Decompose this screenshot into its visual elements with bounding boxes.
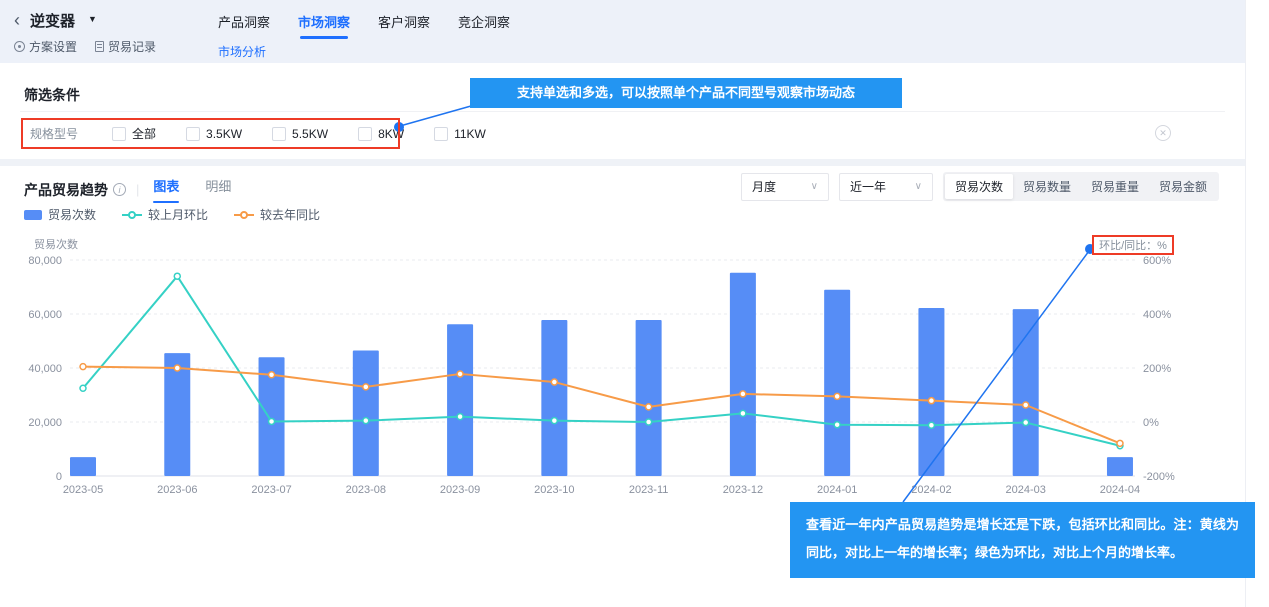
trend-controls: 月度 ∨ 近一年 ∨ 贸易次数 贸易数量 贸易重量 贸易金额 <box>741 172 1219 201</box>
svg-text:600%: 600% <box>1143 255 1171 267</box>
tab-market-insight[interactable]: 市场洞察 <box>298 12 350 39</box>
svg-text:20,000: 20,000 <box>28 417 62 429</box>
line-marker-icon <box>234 214 254 216</box>
info-icon[interactable]: i <box>113 183 126 196</box>
checkbox-3-5kw-label: 3.5KW <box>206 127 242 141</box>
svg-text:2023-11: 2023-11 <box>629 484 669 496</box>
document-icon <box>95 41 104 52</box>
checkbox-box-icon <box>434 127 448 141</box>
svg-text:80,000: 80,000 <box>28 255 62 267</box>
period-select[interactable]: 月度 ∨ <box>741 173 829 201</box>
checkbox-all[interactable]: 全部 <box>112 125 156 142</box>
filter-title: 筛选条件 <box>24 85 80 105</box>
back-chevron-icon[interactable]: ‹ <box>14 10 20 30</box>
axis-annotation-red-box: 环比/同比：% <box>1092 235 1174 255</box>
checkbox-11kw[interactable]: 11KW <box>434 127 486 141</box>
svg-text:2023-05: 2023-05 <box>63 484 103 496</box>
svg-text:0: 0 <box>56 471 62 483</box>
chevron-down-icon: ∨ <box>915 181 922 192</box>
range-select-value: 近一年 <box>850 178 886 195</box>
legend-mom-label: 较上月环比 <box>148 206 208 223</box>
scheme-settings-label: 方案设置 <box>29 38 77 55</box>
main-tabs: 产品洞察 市场洞察 客户洞察 竞企洞察 <box>218 12 510 39</box>
svg-text:2024-01: 2024-01 <box>817 484 857 496</box>
checkbox-box-icon <box>186 127 200 141</box>
svg-text:贸易次数: 贸易次数 <box>34 237 78 251</box>
svg-text:-200%: -200% <box>1143 471 1175 483</box>
trend-title: 产品贸易趋势 <box>24 180 108 200</box>
spec-filter-row: 规格型号 全部 3.5KW 5.5KW 8KW 11KW <box>30 125 516 142</box>
chevron-down-icon: ∨ <box>811 181 818 192</box>
header-links: 方案设置 贸易记录 <box>14 38 156 55</box>
chart-legend: 贸易次数 较上月环比 较去年同比 <box>24 206 320 223</box>
metric-button-group: 贸易次数 贸易数量 贸易重量 贸易金额 <box>943 172 1219 201</box>
checkbox-box-icon <box>112 127 126 141</box>
view-tab-chart[interactable]: 图表 <box>153 176 179 203</box>
checkbox-all-label: 全部 <box>132 125 156 142</box>
svg-text:200%: 200% <box>1143 363 1171 375</box>
trade-records-link[interactable]: 贸易记录 <box>95 38 156 55</box>
checkbox-11kw-label: 11KW <box>454 127 486 141</box>
legend-mom[interactable]: 较上月环比 <box>122 206 208 223</box>
page-title: 逆变器 <box>30 10 75 31</box>
checkbox-box-icon <box>272 127 286 141</box>
trend-panel: 产品贸易趋势 i | 图表 明细 月度 ∨ 近一年 ∨ 贸易次数 贸易数量 贸易… <box>0 166 1245 506</box>
line-marker-icon <box>122 214 142 216</box>
metric-trade-count-button[interactable]: 贸易次数 <box>945 174 1013 199</box>
bar-swatch-icon <box>24 210 42 220</box>
top-bar: ‹ 逆变器 ▼ 方案设置 贸易记录 产品洞察 市场洞察 客户洞察 竞企洞察 市场… <box>0 0 1245 63</box>
svg-text:2023-09: 2023-09 <box>440 484 480 496</box>
trend-chart-canvas: 0 -200% 20,000 0% 40,000 200% 60,000 400% 80,000… <box>0 234 1245 506</box>
metric-trade-amount-button[interactable]: 贸易金额 <box>1149 174 1217 199</box>
svg-text:2023-08: 2023-08 <box>346 484 386 496</box>
svg-text:40,000: 40,000 <box>28 363 62 375</box>
metric-trade-quantity-button[interactable]: 贸易数量 <box>1013 174 1081 199</box>
legend-trade-count-label: 贸易次数 <box>48 206 96 223</box>
trend-header: 产品贸易趋势 i | 图表 明细 <box>24 176 257 203</box>
svg-text:60,000: 60,000 <box>28 309 62 321</box>
checkbox-5-5kw[interactable]: 5.5KW <box>272 127 328 141</box>
checkbox-8kw-label: 8KW <box>378 127 404 141</box>
clear-filter-icon[interactable]: ✕ <box>1155 125 1171 141</box>
svg-text:2023-06: 2023-06 <box>157 484 197 496</box>
divider <box>20 111 1225 112</box>
svg-text:2024-02: 2024-02 <box>911 484 951 496</box>
svg-text:2023-07: 2023-07 <box>251 484 291 496</box>
svg-text:2023-10: 2023-10 <box>534 484 574 496</box>
scheme-settings-link[interactable]: 方案设置 <box>14 38 77 55</box>
trend-callout: 查看近一年内产品贸易趋势是增长还是下跌，包括环比和同比。注：黄线为同比，对比上一… <box>790 502 1255 578</box>
legend-trade-count[interactable]: 贸易次数 <box>24 206 96 223</box>
divider: | <box>136 182 139 197</box>
checkbox-3-5kw[interactable]: 3.5KW <box>186 127 242 141</box>
range-select[interactable]: 近一年 ∨ <box>839 173 933 201</box>
tab-product-insight[interactable]: 产品洞察 <box>218 12 270 39</box>
checkbox-8kw[interactable]: 8KW <box>358 127 404 141</box>
target-icon <box>14 41 25 52</box>
title-dropdown-icon[interactable]: ▼ <box>88 14 97 24</box>
tab-customer-insight[interactable]: 客户洞察 <box>378 12 430 39</box>
period-select-value: 月度 <box>752 178 776 195</box>
trade-records-label: 贸易记录 <box>108 38 156 55</box>
card-gap <box>0 159 1245 166</box>
svg-text:2024-04: 2024-04 <box>1100 484 1140 496</box>
svg-text:2023-12: 2023-12 <box>723 484 763 496</box>
svg-text:0%: 0% <box>1143 417 1159 429</box>
spec-label: 规格型号 <box>30 125 78 142</box>
svg-text:2024-03: 2024-03 <box>1006 484 1046 496</box>
filter-callout: 支持单选和多选，可以按照单个产品不同型号观察市场动态 <box>470 78 902 108</box>
checkbox-5-5kw-label: 5.5KW <box>292 127 328 141</box>
view-tab-detail[interactable]: 明细 <box>205 176 231 203</box>
app-root: ‹ 逆变器 ▼ 方案设置 贸易记录 产品洞察 市场洞察 客户洞察 竞企洞察 市场… <box>0 0 1269 607</box>
svg-text:400%: 400% <box>1143 309 1171 321</box>
tab-competitor-insight[interactable]: 竞企洞察 <box>458 12 510 39</box>
legend-yoy[interactable]: 较去年同比 <box>234 206 320 223</box>
metric-trade-weight-button[interactable]: 贸易重量 <box>1081 174 1149 199</box>
checkbox-box-icon <box>358 127 372 141</box>
legend-yoy-label: 较去年同比 <box>260 206 320 223</box>
